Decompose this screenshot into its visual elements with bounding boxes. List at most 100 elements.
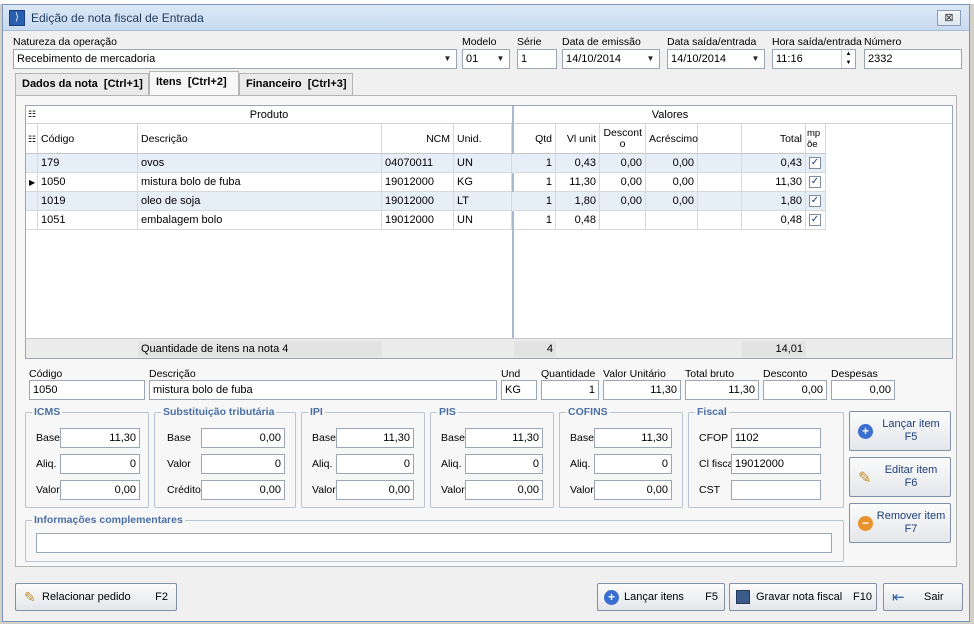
cell-ncm[interactable]: 19012000	[382, 173, 454, 192]
close-button[interactable]: ⊠	[937, 10, 961, 26]
chevron-down-icon[interactable]: ▼	[643, 51, 658, 67]
cell-descricao[interactable]: mistura bolo de fuba	[138, 173, 382, 192]
cofins-aliq-field[interactable]: 0	[594, 454, 672, 474]
tab-itens[interactable]: Itens [Ctrl+2]	[149, 71, 239, 95]
spin-down-icon[interactable]: ▼	[842, 59, 855, 68]
column-chooser-icon[interactable]: ☷	[28, 124, 36, 154]
cell-qtd[interactable]: 1	[514, 154, 556, 173]
cell-unid[interactable]: UN	[454, 211, 512, 230]
item-codigo-field[interactable]: 1050	[29, 380, 145, 400]
col-acrescimo[interactable]: Acréscimo	[646, 124, 698, 154]
st-base-field[interactable]: 0,00	[201, 428, 285, 448]
table-row[interactable]: 1051 embalagem bolo 19012000 UN 1 0,48 0,48 ✓	[26, 211, 826, 230]
chevron-down-icon[interactable]: ▼	[748, 51, 763, 67]
cell-desconto[interactable]	[600, 211, 646, 230]
cell-acrescimo[interactable]: 0,00	[646, 154, 698, 173]
cst-field[interactable]	[731, 480, 821, 500]
item-quantidade-field[interactable]: 1	[541, 380, 599, 400]
icms-aliq-field[interactable]: 0	[60, 454, 140, 474]
col-vlunit[interactable]: Vl unit	[556, 124, 600, 154]
item-und-field[interactable]: KG	[501, 380, 537, 400]
cfop-field[interactable]: 1102	[731, 428, 821, 448]
editar-item-button[interactable]: ✎ Editar item F6	[849, 457, 951, 497]
cell-qtd[interactable]: 1	[514, 211, 556, 230]
cell-unid[interactable]: KG	[454, 173, 512, 192]
cell-codigo[interactable]: 1050	[38, 173, 138, 192]
tab-financeiro[interactable]: Financeiro [Ctrl+3]	[239, 73, 353, 95]
cell-descricao[interactable]: ovos	[138, 154, 382, 173]
cell-codigo[interactable]: 1019	[38, 192, 138, 211]
chevron-down-icon[interactable]: ▼	[440, 51, 455, 67]
col-unid[interactable]: Unid.	[454, 124, 512, 154]
hora-time-field[interactable]: 11:16 ▲ ▼	[772, 49, 856, 69]
cell-total[interactable]: 0,43	[742, 154, 806, 173]
pis-base-field[interactable]: 11,30	[465, 428, 543, 448]
cell-unid[interactable]: UN	[454, 154, 512, 173]
cell-ncm[interactable]: 19012000	[382, 211, 454, 230]
col-desconto[interactable]: Descont o	[600, 124, 646, 154]
sair-button[interactable]: ⇤ Sair	[883, 583, 963, 611]
serie-field[interactable]: 1	[517, 49, 557, 69]
icms-valor-field[interactable]: 0,00	[60, 480, 140, 500]
items-grid[interactable]: ☷ Produto Valores ☷ Código Descrição NCM…	[25, 105, 953, 359]
chevron-down-icon[interactable]: ▼	[493, 51, 508, 67]
cell-total[interactable]: 11,30	[742, 173, 806, 192]
item-total-bruto-field[interactable]: 11,30	[685, 380, 759, 400]
cell-vlunit[interactable]: 1,80	[556, 192, 600, 211]
clfiscal-field[interactable]: 19012000	[731, 454, 821, 474]
cell-qtd[interactable]: 1	[514, 192, 556, 211]
cell-acrescimo[interactable]: 0,00	[646, 192, 698, 211]
numero-field[interactable]: 2332	[864, 49, 962, 69]
relacionar-pedido-button[interactable]: ✎ Relacionar pedido F2	[15, 583, 177, 611]
ipi-valor-field[interactable]: 0,00	[336, 480, 414, 500]
cell-vlunit[interactable]: 0,48	[556, 211, 600, 230]
st-credito-field[interactable]: 0,00	[201, 480, 285, 500]
impostos-checkbox[interactable]: ✓	[809, 176, 821, 188]
pis-aliq-field[interactable]: 0	[465, 454, 543, 474]
cell-desconto[interactable]: 0,00	[600, 173, 646, 192]
cell-total[interactable]: 0,48	[742, 211, 806, 230]
item-despesas-field[interactable]: 0,00	[831, 380, 895, 400]
item-desconto-field[interactable]: 0,00	[763, 380, 827, 400]
cell-blank[interactable]	[698, 154, 742, 173]
col-qtd[interactable]: Qtd	[514, 124, 556, 154]
cell-codigo[interactable]: 179	[38, 154, 138, 173]
cell-desconto[interactable]: 0,00	[600, 192, 646, 211]
item-valor-unitario-field[interactable]: 11,30	[603, 380, 681, 400]
emissao-date-picker[interactable]: 14/10/2014 ▼	[562, 49, 660, 69]
saida-date-picker[interactable]: 14/10/2014 ▼	[667, 49, 765, 69]
cell-desconto[interactable]: 0,00	[600, 154, 646, 173]
cell-ncm[interactable]: 04070011	[382, 154, 454, 173]
impostos-checkbox[interactable]: ✓	[809, 157, 821, 169]
col-descricao[interactable]: Descrição	[138, 124, 382, 154]
impostos-checkbox[interactable]: ✓	[809, 214, 821, 226]
cell-qtd[interactable]: 1	[514, 173, 556, 192]
cell-acrescimo[interactable]	[646, 211, 698, 230]
cell-blank[interactable]	[698, 211, 742, 230]
item-descricao-field[interactable]: mistura bolo de fuba	[149, 380, 497, 400]
cofins-valor-field[interactable]: 0,00	[594, 480, 672, 500]
cofins-base-field[interactable]: 11,30	[594, 428, 672, 448]
col-ncm[interactable]: NCM	[382, 124, 454, 154]
lancar-item-button[interactable]: + Lançar item F5	[849, 411, 951, 451]
icms-base-field[interactable]: 11,30	[60, 428, 140, 448]
cell-descricao[interactable]: oleo de soja	[138, 192, 382, 211]
spin-up-icon[interactable]: ▲	[842, 50, 855, 59]
col-codigo[interactable]: Código	[38, 124, 138, 154]
cell-ncm[interactable]: 19012000	[382, 192, 454, 211]
cell-codigo[interactable]: 1051	[38, 211, 138, 230]
cell-descricao[interactable]: embalagem bolo	[138, 211, 382, 230]
tab-dados-da-nota[interactable]: Dados da nota [Ctrl+1]	[15, 73, 149, 95]
table-row[interactable]: 179 ovos 04070011 UN 1 0,43 0,00 0,00 0,43 ✓	[26, 154, 826, 173]
ipi-base-field[interactable]: 11,30	[336, 428, 414, 448]
gravar-nota-button[interactable]: Gravar nota fiscal F10	[729, 583, 877, 611]
modelo-select[interactable]: 01 ▼	[462, 49, 510, 69]
cell-blank[interactable]	[698, 192, 742, 211]
natureza-select[interactable]: Recebimento de mercadoria ▼	[13, 49, 457, 69]
ipi-aliq-field[interactable]: 0	[336, 454, 414, 474]
cell-unid[interactable]: LT	[454, 192, 512, 211]
table-row[interactable]: ▶ 1050 mistura bolo de fuba 19012000 KG 1 11,3…	[26, 173, 826, 192]
pis-valor-field[interactable]: 0,00	[465, 480, 543, 500]
cell-vlunit[interactable]: 0,43	[556, 154, 600, 173]
lancar-itens-button[interactable]: + Lançar itens F5	[597, 583, 725, 611]
